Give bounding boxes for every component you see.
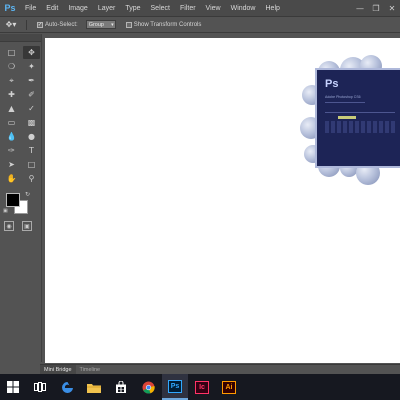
taskbar-app-photoshop[interactable]: Ps <box>162 374 188 400</box>
dodge-tool-icon[interactable]: ● <box>23 130 40 143</box>
zoom-tool-icon[interactable]: ⚲ <box>23 172 40 185</box>
history-brush-icon[interactable]: ✓ <box>23 102 40 115</box>
menu-help[interactable]: Help <box>261 0 285 17</box>
options-bar: ✥▾ ✓ Auto-Select: Group ▾ Show Transform… <box>0 17 400 33</box>
swap-colors-icon[interactable]: ↻ <box>25 191 30 198</box>
menu-layer[interactable]: Layer <box>93 0 121 17</box>
screen-mode-icon[interactable]: ▣ <box>22 221 32 231</box>
auto-select-option[interactable]: ✓ Auto-Select: <box>37 21 78 28</box>
file-explorer-icon[interactable] <box>81 374 107 400</box>
edge-browser-icon[interactable] <box>54 374 80 400</box>
tab-timeline[interactable]: Timeline <box>76 365 105 374</box>
show-transform-label: Show Transform Controls <box>133 21 202 28</box>
blur-tool-icon[interactable]: 💧 <box>3 130 20 143</box>
color-swatches: ↻ ▣ <box>3 191 39 217</box>
minimize-icon[interactable]: — <box>352 0 368 17</box>
store-icon[interactable] <box>108 374 134 400</box>
type-tool-icon[interactable]: T <box>23 144 40 157</box>
eraser-tool-icon[interactable]: ▭ <box>3 116 20 129</box>
splash-panel: Ps Adobe Photoshop CS6 <box>315 68 400 168</box>
path-selection-icon[interactable]: ➤ <box>3 158 20 171</box>
menu-view[interactable]: View <box>201 0 226 17</box>
hand-tool-icon[interactable]: ✋ <box>3 172 20 185</box>
menu-file[interactable]: File <box>20 0 41 17</box>
rectangle-tool-icon[interactable]: □ <box>23 158 40 171</box>
incopy-app-icon: Ic <box>195 380 209 394</box>
pen-tool-icon[interactable]: ✑ <box>3 144 20 157</box>
menu-edit[interactable]: Edit <box>41 0 63 17</box>
crop-tool-icon[interactable]: ⌖ <box>3 74 20 87</box>
panel-grip[interactable] <box>0 34 41 42</box>
restore-icon[interactable]: ❐ <box>368 0 384 17</box>
close-icon[interactable]: ✕ <box>384 0 400 17</box>
quick-mask-icon[interactable]: ◉ <box>4 221 14 231</box>
tools-panel: □ ✥ ❍ ✦ ⌖ ✒ ✚ ✐ ▲ ✓ ▭ ▩ 💧 ● ✑ T ➤ □ ✋ ⚲ … <box>0 34 42 362</box>
tool-grid: □ ✥ ❍ ✦ ⌖ ✒ ✚ ✐ ▲ ✓ ▭ ▩ 💧 ● ✑ T ➤ □ ✋ ⚲ <box>0 42 41 185</box>
divider <box>26 19 27 30</box>
marquee-tool-icon[interactable]: □ <box>3 46 20 59</box>
auto-select-checkbox[interactable]: ✓ <box>37 21 43 28</box>
menu-select[interactable]: Select <box>146 0 175 17</box>
taskbar-app-illustrator[interactable]: Ai <box>216 374 242 400</box>
foreground-color-swatch[interactable] <box>6 193 20 207</box>
splash-product-name: Adobe Photoshop CS6 <box>325 95 361 99</box>
splash-rule <box>325 112 395 113</box>
menu-bar: Ps File Edit Image Layer Type Select Fil… <box>0 0 400 17</box>
lasso-tool-icon[interactable]: ❍ <box>3 60 20 73</box>
show-transform-option[interactable]: Show Transform Controls <box>125 21 202 28</box>
healing-brush-icon[interactable]: ✚ <box>3 88 20 101</box>
menu-filter[interactable]: Filter <box>175 0 201 17</box>
clone-stamp-icon[interactable]: ▲ <box>3 102 20 115</box>
auto-select-label: Auto-Select: <box>45 21 78 28</box>
eyedropper-icon[interactable]: ✒ <box>23 74 40 87</box>
splash-rule <box>325 102 365 103</box>
default-colors-icon[interactable]: ▣ <box>3 208 8 214</box>
splash-text-block <box>325 121 395 133</box>
chevron-down-icon: ▾ <box>111 21 114 28</box>
task-view-icon[interactable] <box>27 374 53 400</box>
mode-row: ◉ ▣ <box>4 221 41 231</box>
windows-taskbar: Ps Ic Ai <box>0 374 400 400</box>
menu-window[interactable]: Window <box>226 0 261 17</box>
brush-tool-icon[interactable]: ✐ <box>23 88 40 101</box>
magic-wand-icon[interactable]: ✦ <box>23 60 40 73</box>
auto-select-target-dropdown[interactable]: Group ▾ <box>85 20 116 29</box>
move-tool-preset-icon[interactable]: ✥▾ <box>0 18 22 32</box>
splash-logo: Ps <box>325 78 339 90</box>
taskbar-app-incopy[interactable]: Ic <box>189 374 215 400</box>
dropdown-value: Group <box>88 21 104 28</box>
chrome-icon[interactable] <box>135 374 161 400</box>
window-controls: — ❐ ✕ <box>352 0 400 17</box>
menu-image[interactable]: Image <box>63 0 92 17</box>
photoshop-app-icon: Ps <box>168 379 182 393</box>
splash-highlight <box>338 116 356 119</box>
tab-mini-bridge[interactable]: Mini Bridge <box>40 365 76 374</box>
splash-screen: Ps Adobe Photoshop CS6 <box>300 55 400 185</box>
gradient-tool-icon[interactable]: ▩ <box>23 116 40 129</box>
menu-type[interactable]: Type <box>120 0 145 17</box>
illustrator-app-icon: Ai <box>222 380 236 394</box>
show-transform-checkbox[interactable] <box>125 21 132 28</box>
bottom-panel-tabs: Mini Bridge Timeline <box>40 364 400 374</box>
move-tool-icon[interactable]: ✥ <box>23 46 40 59</box>
photoshop-logo: Ps <box>4 3 16 13</box>
windows-start-icon[interactable] <box>0 374 26 400</box>
